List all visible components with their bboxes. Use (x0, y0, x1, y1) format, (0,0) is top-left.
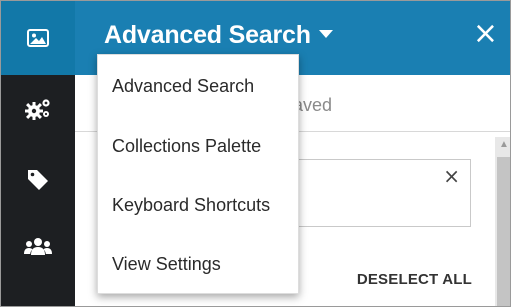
menu-item-collections-palette[interactable]: Collections Palette (98, 117, 298, 175)
sidebar-item-tags[interactable] (1, 151, 75, 207)
sidebar-item-image[interactable] (1, 1, 75, 75)
scrollbar[interactable]: ▲ (495, 137, 510, 306)
users-icon (24, 238, 52, 255)
clear-icon[interactable]: × (443, 164, 460, 188)
page-title: Advanced Search (104, 21, 311, 49)
image-icon (27, 29, 49, 47)
header-title-dropdown[interactable]: Advanced Search (104, 21, 333, 50)
menu-item-keyboard-shortcuts[interactable]: Keyboard Shortcuts (98, 176, 298, 234)
scroll-up-icon[interactable]: ▲ (499, 139, 509, 150)
sidebar-item-settings[interactable] (1, 81, 75, 137)
deselect-all-button[interactable]: DESELECT ALL (357, 271, 472, 288)
gears-icon (25, 99, 50, 120)
caret-down-icon (318, 30, 333, 39)
menu-item-view-settings[interactable]: View Settings (98, 235, 298, 293)
scroll-thumb[interactable] (497, 157, 510, 306)
sidebar-rail (1, 1, 75, 306)
sidebar-item-users[interactable] (1, 219, 75, 275)
header-dropdown-menu: Advanced Search Collections Palette Keyb… (97, 54, 299, 294)
search-input[interactable]: × t (275, 159, 471, 227)
tag-icon (28, 170, 48, 190)
close-icon[interactable]: × (473, 19, 498, 49)
app-frame: Advanced Search × aved × t DESELECT ALL … (0, 0, 511, 307)
menu-item-advanced-search[interactable]: Advanced Search (98, 57, 298, 115)
